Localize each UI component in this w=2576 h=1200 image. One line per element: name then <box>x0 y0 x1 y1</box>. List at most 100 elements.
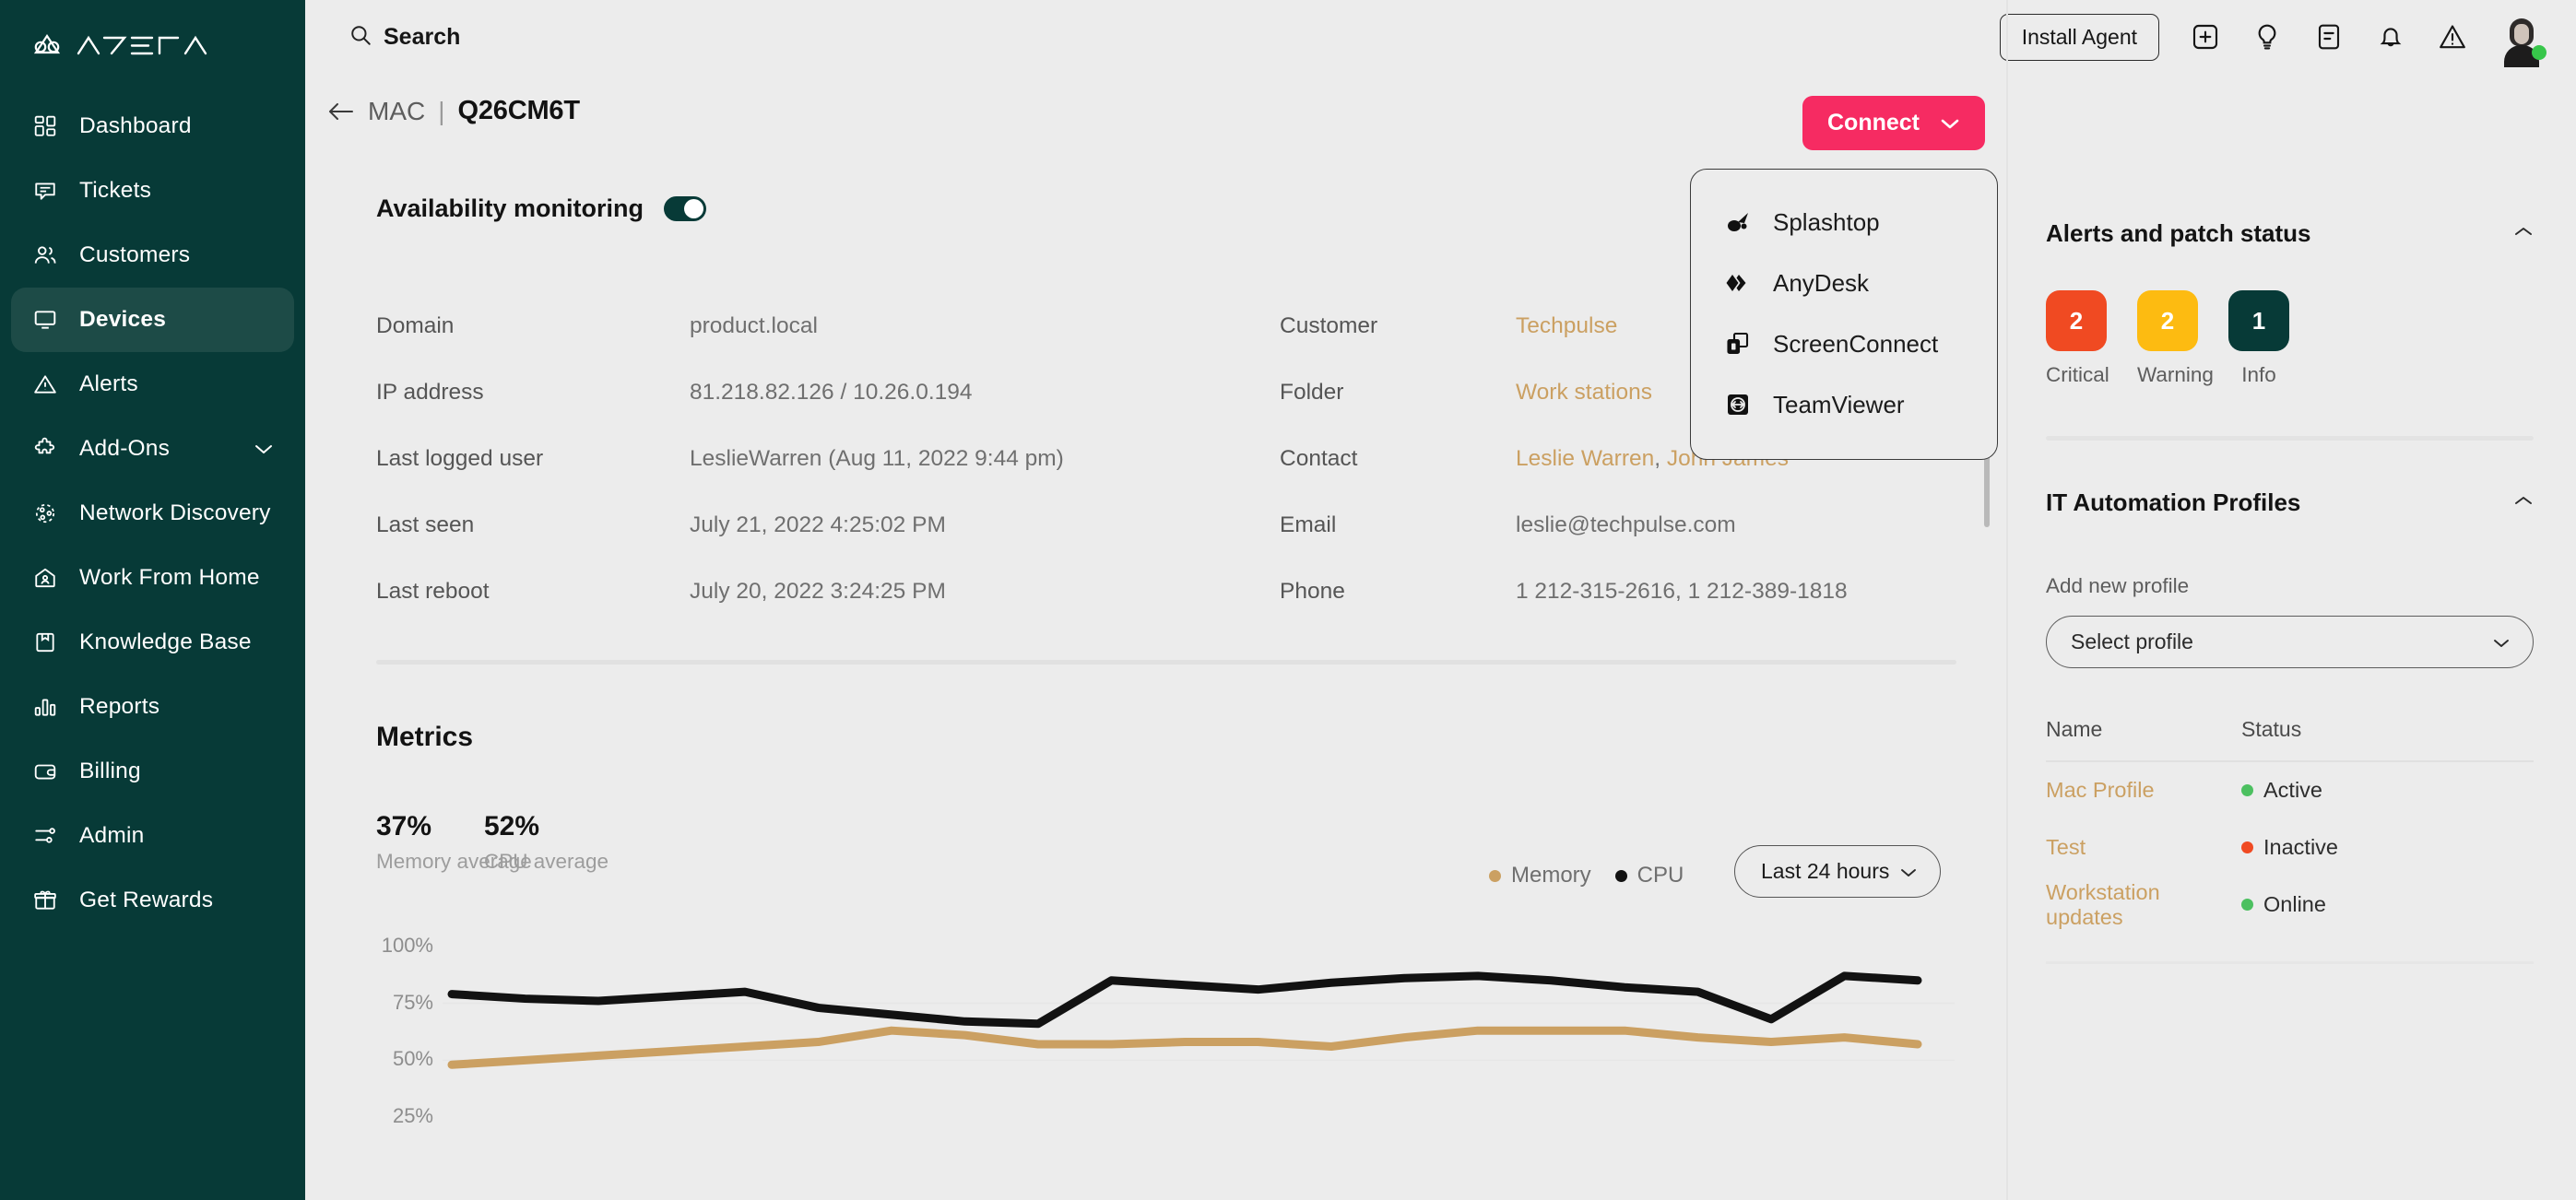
chevron-up-icon[interactable] <box>2513 226 2534 242</box>
panel-section-divider <box>2046 436 2534 441</box>
chart-series-cpu <box>452 976 1918 1024</box>
badge-label: Critical <box>2046 363 2107 387</box>
y-axis-tick-label: 75% <box>369 991 433 1015</box>
kpi-caption: CPU average <box>484 850 592 874</box>
sidebar-item-label: Customers <box>79 242 190 268</box>
right-panel: Alerts and patch status 2 Critical 2 War… <box>2046 0 2576 964</box>
chevron-down-icon <box>1940 110 1960 136</box>
menu-item-anydesk[interactable]: AnyDesk <box>1691 253 1997 313</box>
y-axis-tick-label: 50% <box>369 1047 433 1071</box>
table-row: Mac Profile Active <box>2046 762 2534 819</box>
badge-info[interactable]: 1 Info <box>2228 290 2289 387</box>
legend-label: Memory <box>1511 863 1591 888</box>
status-label: Online <box>2263 892 2326 917</box>
availability-toggle[interactable] <box>664 196 706 221</box>
menu-item-splashtop[interactable]: Splashtop <box>1691 192 1997 253</box>
sidebar-item-add-ons[interactable]: Add-Ons <box>11 417 294 481</box>
kpi-memory: 37% Memory average <box>376 811 484 874</box>
sidebar-item-reports[interactable]: Reports <box>11 675 294 739</box>
status-dot <box>2241 784 2253 796</box>
status-label: Active <box>2263 778 2322 803</box>
menu-item-screenconnect[interactable]: ScreenConnect <box>1691 313 1997 374</box>
chart-canvas <box>369 908 1964 1200</box>
connect-button[interactable]: Connect <box>1802 96 1985 150</box>
detail-value: 81.218.82.126 / 10.26.0.194 <box>690 359 1280 426</box>
kpi-caption: Memory average <box>376 850 484 874</box>
sidebar-item-customers[interactable]: Customers <box>11 223 294 288</box>
sidebar-item-admin[interactable]: Admin <box>11 804 294 868</box>
legend-color-swatch <box>1489 870 1501 882</box>
back-arrow-icon[interactable] <box>327 101 355 122</box>
column-header-status: Status <box>2241 717 2301 742</box>
sidebar-item-label: Admin <box>79 823 144 849</box>
detail-value: July 21, 2022 4:25:02 PM <box>690 492 1280 559</box>
chevron-down-icon[interactable] <box>254 436 274 462</box>
legend-cpu[interactable]: CPU <box>1615 863 1684 888</box>
profile-status: Inactive <box>2241 835 2338 860</box>
automation-section-header[interactable]: IT Automation Profiles <box>2046 488 2576 517</box>
sidebar-item-knowledge-base[interactable]: Knowledge Base <box>11 610 294 675</box>
column-header-name: Name <box>2046 717 2241 742</box>
search-icon <box>349 23 372 52</box>
sidebar-item-devices[interactable]: Devices <box>11 288 294 352</box>
brand-logo[interactable] <box>0 17 305 74</box>
sidebar-item-work-from-home[interactable]: Work From Home <box>11 546 294 610</box>
legend-memory[interactable]: Memory <box>1489 863 1591 888</box>
breadcrumb-separator: | <box>438 97 444 126</box>
sidebar-item-label: Add-Ons <box>79 436 170 462</box>
detail-label: Phone <box>1280 559 1516 625</box>
status-badge: 2 <box>2137 290 2198 351</box>
sidebar-item-billing[interactable]: Billing <box>11 739 294 804</box>
phone-value: 1 212-315-2616, 1 212-389-1818 <box>1516 559 1957 625</box>
detail-label: Customer <box>1280 293 1516 359</box>
alerts-section-header[interactable]: Alerts and patch status <box>2046 219 2576 248</box>
menu-item-label: Splashtop <box>1773 208 1880 237</box>
profile-name-link[interactable]: Test <box>2046 835 2241 860</box>
chart-legend: Memory CPU <box>1489 863 1684 888</box>
sidebar-nav: Dashboard Tickets Customers <box>0 94 305 933</box>
sidebar-item-label: Dashboard <box>79 113 192 139</box>
profile-name-link[interactable]: Mac Profile <box>2046 778 2241 803</box>
sidebar-item-label: Billing <box>79 759 141 784</box>
badge-label: Warning <box>2137 363 2198 387</box>
detail-label: Last seen <box>376 492 690 559</box>
sidebar-item-dashboard[interactable]: Dashboard <box>11 94 294 159</box>
time-range-label: Last 24 hours <box>1761 859 1889 884</box>
chevron-up-icon[interactable] <box>2513 495 2534 512</box>
detail-label: Last reboot <box>376 559 690 625</box>
sidebar-item-label: Devices <box>79 307 166 333</box>
sidebar-item-network-discovery[interactable]: Network Discovery <box>11 481 294 546</box>
breadcrumb-parent[interactable]: MAC <box>368 97 425 126</box>
connect-button-label: Connect <box>1827 110 1920 136</box>
availability-label: Availability monitoring <box>376 194 644 223</box>
alert-badges: 2 Critical 2 Warning 1 Info <box>2046 290 2576 387</box>
dashboard-icon <box>31 112 59 140</box>
table-row: Test Inactive <box>2046 819 2534 876</box>
profile-name-link[interactable]: Workstation updates <box>2046 880 2241 930</box>
app-root: Dashboard Tickets Customers <box>0 0 2576 1200</box>
contact-link-1[interactable]: Leslie Warren <box>1516 446 1654 472</box>
search-input[interactable]: Search <box>349 23 460 52</box>
wallet-icon <box>31 758 59 785</box>
badge-warning[interactable]: 2 Warning <box>2137 290 2198 387</box>
sidebar-item-alerts[interactable]: Alerts <box>11 352 294 417</box>
profile-select-value: Select profile <box>2071 629 2193 654</box>
menu-item-label: TeamViewer <box>1773 391 1905 419</box>
time-range-select[interactable]: Last 24 hours <box>1734 845 1941 898</box>
menu-item-teamviewer[interactable]: TeamViewer <box>1691 374 1997 435</box>
gift-icon <box>31 887 59 914</box>
splashtop-icon <box>1724 208 1752 236</box>
section-divider <box>376 660 1956 665</box>
bar-chart-icon <box>31 693 59 721</box>
detail-label: Email <box>1280 492 1516 559</box>
sidebar-item-tickets[interactable]: Tickets <box>11 159 294 223</box>
customers-icon <box>31 241 59 269</box>
badge-critical[interactable]: 2 Critical <box>2046 290 2107 387</box>
y-axis-tick-label: 100% <box>369 934 433 958</box>
anydesk-icon <box>1724 269 1752 297</box>
kpi-cpu: 52% CPU average <box>484 811 592 874</box>
profile-status: Active <box>2241 778 2322 803</box>
sidebar-item-get-rewards[interactable]: Get Rewards <box>11 868 294 933</box>
profile-select[interactable]: Select profile <box>2046 616 2534 668</box>
profile-status: Online <box>2241 892 2326 917</box>
